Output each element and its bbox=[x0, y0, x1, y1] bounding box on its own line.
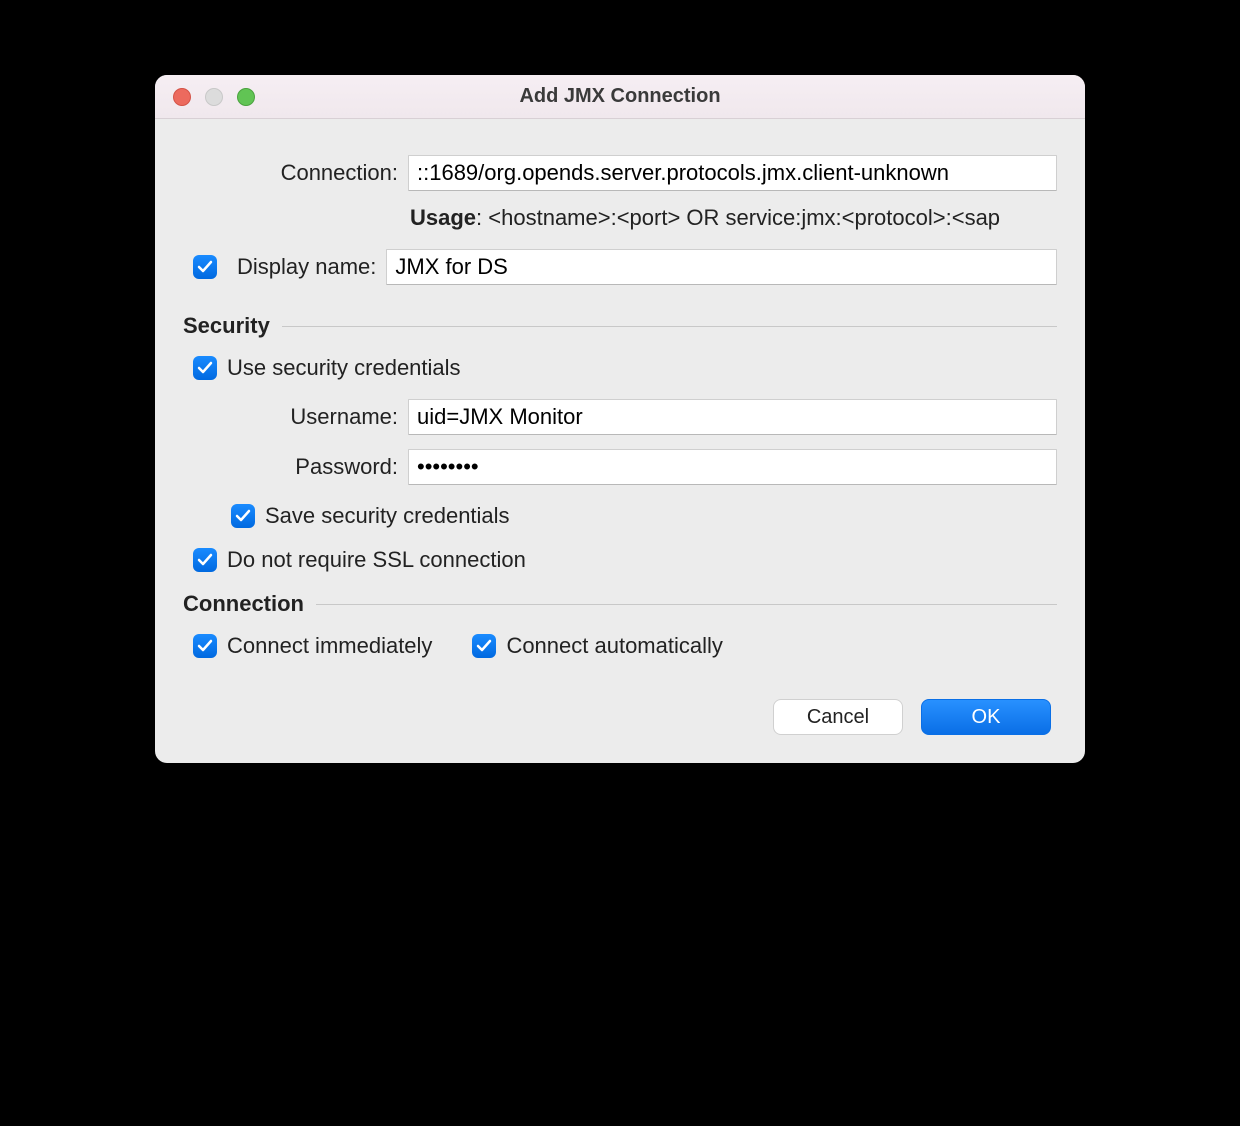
dialog-window: Add JMX Connection Connection: Usage: <h… bbox=[155, 75, 1085, 763]
display-name-input[interactable] bbox=[386, 249, 1057, 285]
usage-hint: Usage: <hostname>:<port> OR service:jmx:… bbox=[408, 199, 1057, 249]
window-title: Add JMX Connection bbox=[155, 85, 1085, 108]
use-credentials-checkbox[interactable]: Use security credentials bbox=[193, 355, 461, 381]
divider bbox=[316, 604, 1057, 605]
zoom-icon[interactable] bbox=[237, 88, 255, 106]
connection-input[interactable] bbox=[408, 155, 1057, 191]
connection-heading: Connection bbox=[183, 591, 1057, 617]
checkmark-icon bbox=[472, 634, 496, 658]
no-ssl-label: Do not require SSL connection bbox=[227, 547, 526, 573]
connection-label: Connection: bbox=[183, 160, 408, 186]
username-input[interactable] bbox=[408, 399, 1057, 435]
minimize-icon bbox=[205, 88, 223, 106]
connect-immediately-label: Connect immediately bbox=[227, 633, 432, 659]
password-input[interactable] bbox=[408, 449, 1057, 485]
close-icon[interactable] bbox=[173, 88, 191, 106]
connect-immediately-checkbox[interactable]: Connect immediately bbox=[193, 633, 432, 659]
checkmark-icon bbox=[193, 548, 217, 572]
connect-automatically-label: Connect automatically bbox=[506, 633, 722, 659]
titlebar: Add JMX Connection bbox=[155, 75, 1085, 119]
checkmark-icon bbox=[193, 356, 217, 380]
save-credentials-checkbox[interactable]: Save security credentials bbox=[231, 503, 510, 529]
use-credentials-label: Use security credentials bbox=[227, 355, 461, 381]
usage-text: : <hostname>:<port> OR service:jmx:<prot… bbox=[476, 205, 1000, 230]
dialog-content: Connection: Usage: <hostname>:<port> OR … bbox=[155, 119, 1085, 763]
display-name-checkbox[interactable]: Display name: bbox=[193, 254, 386, 280]
security-heading: Security bbox=[183, 313, 1057, 339]
cancel-button[interactable]: Cancel bbox=[773, 699, 903, 735]
ok-button[interactable]: OK bbox=[921, 699, 1051, 735]
save-credentials-label: Save security credentials bbox=[265, 503, 510, 529]
password-label: Password: bbox=[183, 454, 408, 480]
checkmark-icon bbox=[231, 504, 255, 528]
username-label: Username: bbox=[183, 404, 408, 430]
connect-automatically-checkbox[interactable]: Connect automatically bbox=[472, 633, 722, 659]
divider bbox=[282, 326, 1057, 327]
window-controls bbox=[155, 88, 255, 106]
usage-prefix: Usage bbox=[410, 205, 476, 230]
button-bar: Cancel OK bbox=[183, 699, 1057, 741]
checkmark-icon bbox=[193, 255, 217, 279]
checkmark-icon bbox=[193, 634, 217, 658]
no-ssl-checkbox[interactable]: Do not require SSL connection bbox=[193, 547, 526, 573]
display-name-label: Display name: bbox=[237, 254, 376, 280]
